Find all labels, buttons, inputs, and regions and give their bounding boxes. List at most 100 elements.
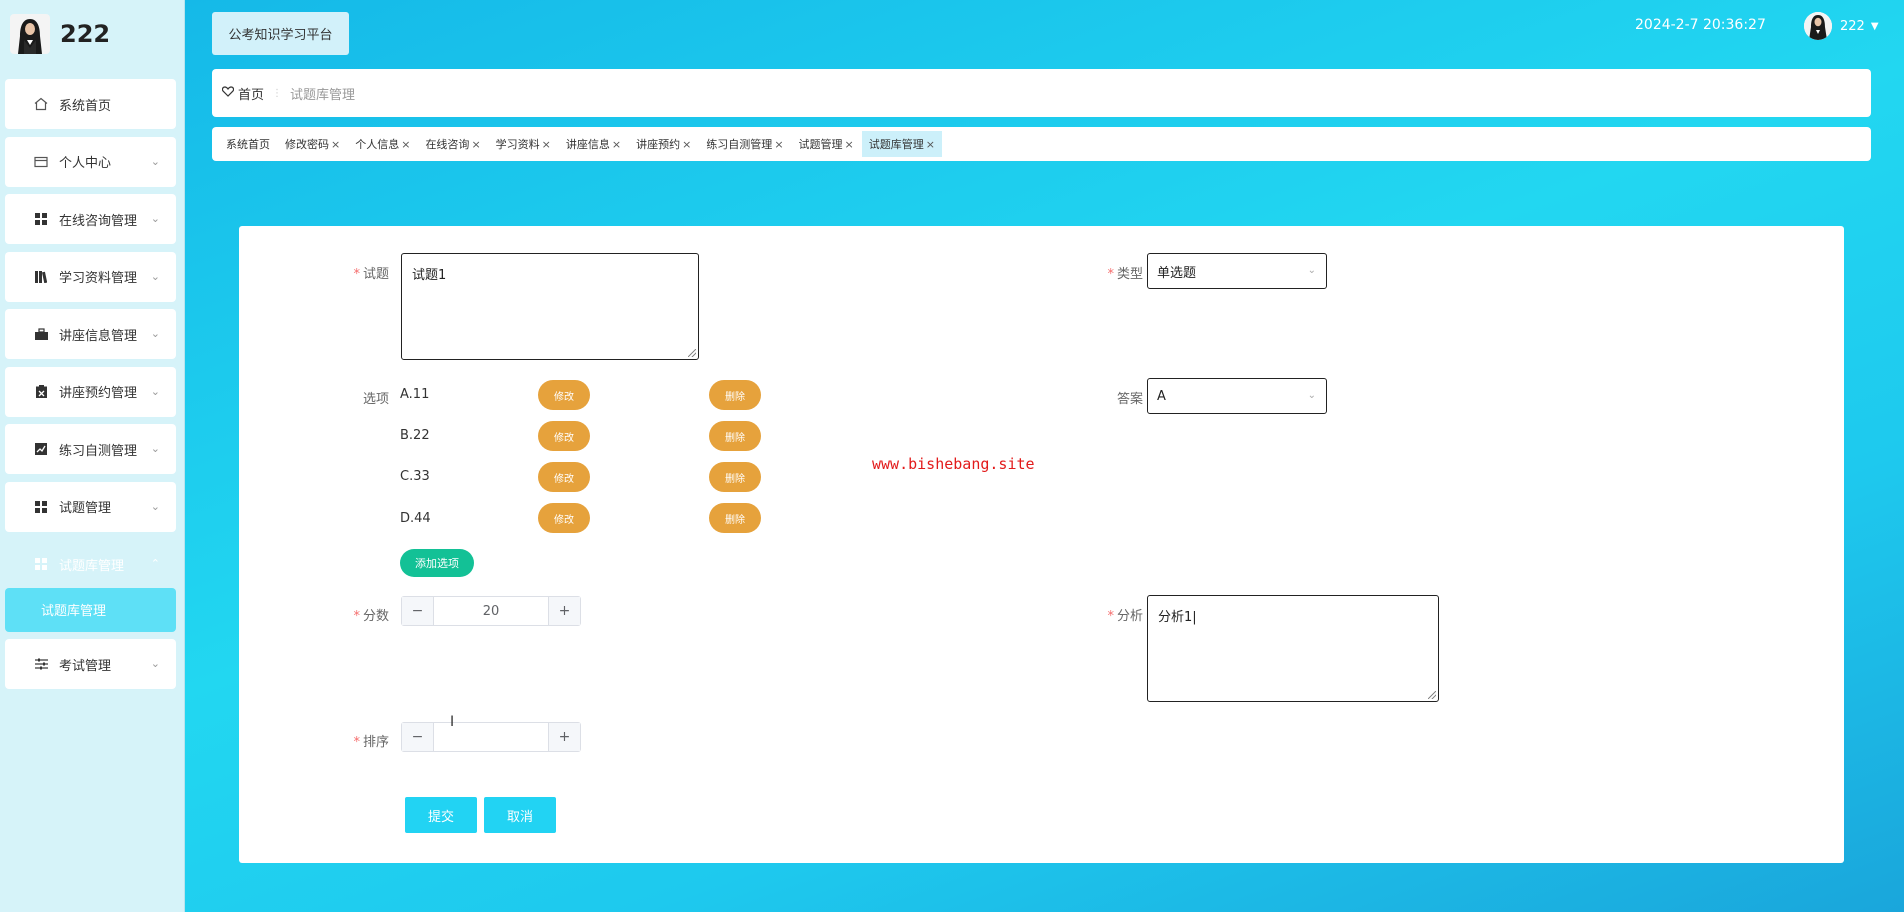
- sidebar-item-booking[interactable]: 讲座预约管理 ⌄: [5, 366, 176, 417]
- tag-home[interactable]: 系统首页: [219, 131, 277, 157]
- platform-title-button[interactable]: 公考知识学习平台: [212, 12, 349, 55]
- grid-icon: [33, 211, 49, 227]
- tag-profile[interactable]: 个人信息 ×: [348, 131, 417, 157]
- delete-option-button[interactable]: 删除: [709, 421, 761, 451]
- sidebar-item-personal[interactable]: 个人中心 ⌄: [5, 136, 176, 187]
- required-mark: *: [353, 609, 360, 624]
- brand-avatar: [10, 14, 50, 54]
- submenu-item-question-bank[interactable]: 试题库管理: [5, 587, 176, 632]
- close-icon[interactable]: ×: [331, 138, 340, 151]
- close-icon[interactable]: ×: [542, 138, 551, 151]
- breadcrumb-current: 试题库管理: [290, 87, 356, 103]
- close-icon[interactable]: ×: [612, 138, 621, 151]
- analysis-textarea[interactable]: 分析1|: [1147, 595, 1439, 702]
- close-icon[interactable]: ×: [926, 138, 935, 151]
- question-textarea[interactable]: 试题1: [401, 253, 699, 360]
- delete-option-button[interactable]: 删除: [709, 462, 761, 492]
- grid-icon: [33, 556, 49, 572]
- edit-option-button[interactable]: 修改: [538, 380, 590, 410]
- tag-label: 修改密码: [285, 138, 329, 151]
- username: 222: [1840, 18, 1865, 34]
- close-icon[interactable]: ×: [682, 138, 691, 151]
- tag-question-bank[interactable]: 试题库管理 ×: [861, 131, 942, 157]
- text-cursor-icon: I: [450, 714, 455, 730]
- edit-option-button[interactable]: 修改: [538, 462, 590, 492]
- tag-label: 个人信息: [355, 138, 400, 151]
- sidebar: 222 系统首页 个人中心 ⌄ 在线咨询管理 ⌄ 学习资料管理 ⌄ 讲座信息管理…: [0, 0, 185, 912]
- score-stepper[interactable]: − 20 +: [401, 596, 581, 626]
- analysis-label: * 分析: [1093, 605, 1143, 624]
- sidebar-item-home[interactable]: 系统首页: [5, 79, 176, 129]
- book-icon: [33, 269, 49, 285]
- answer-select[interactable]: A ⌄: [1147, 378, 1327, 414]
- sidebar-item-exam[interactable]: 考试管理 ⌄: [5, 639, 176, 689]
- plus-icon[interactable]: +: [548, 723, 580, 751]
- main-area: 公考知识学习平台 2024-2-7 20:36:27 222 ▼ 首页 ⋮ 试题…: [185, 0, 1904, 912]
- breadcrumb-home[interactable]: 首页: [238, 84, 264, 103]
- sidebar-item-label: 练习自测管理: [59, 443, 138, 459]
- brand: 222: [10, 12, 110, 56]
- delete-option-button[interactable]: 删除: [709, 380, 761, 410]
- question-value: 试题1: [412, 268, 447, 283]
- tag-label: 试题库管理: [868, 138, 924, 151]
- sidebar-item-label: 讲座预约管理: [59, 386, 138, 401]
- sidebar-item-label: 考试管理: [59, 658, 112, 674]
- tag-consult[interactable]: 在线咨询 ×: [418, 131, 487, 157]
- sidebar-item-materials[interactable]: 学习资料管理 ⌄: [5, 251, 176, 302]
- chevron-down-icon: ⌄: [150, 269, 160, 283]
- submit-button[interactable]: 提交: [405, 797, 477, 833]
- tag-label: 试题管理: [798, 138, 843, 151]
- type-value: 单选题: [1157, 265, 1197, 281]
- sidebar-item-consult[interactable]: 在线咨询管理 ⌄: [5, 194, 176, 244]
- plus-icon[interactable]: +: [548, 597, 580, 625]
- tag-practice[interactable]: 练习自测管理 ×: [699, 131, 790, 157]
- tag-label: 讲座预约: [636, 138, 681, 151]
- heart-icon: [221, 85, 235, 101]
- chevron-down-icon: ⌄: [1307, 265, 1316, 276]
- form-card: * 试题 试题1 * 类型 单选题 ⌄ 选项 A.11 修改 删除 B.22 修改 …: [239, 226, 1844, 863]
- add-option-button[interactable]: 添加选项: [400, 549, 474, 577]
- sidebar-item-question-bank[interactable]: 试题库管理 ⌃: [5, 539, 176, 589]
- sidebar-item-practice[interactable]: 练习自测管理 ⌄: [5, 424, 176, 474]
- close-icon[interactable]: ×: [845, 138, 854, 151]
- cancel-button[interactable]: 取消: [484, 797, 556, 833]
- briefcase-icon: [33, 326, 49, 342]
- tag-label: 练习自测管理: [706, 138, 773, 151]
- sidebar-item-label: 学习资料管理: [59, 271, 138, 286]
- sidebar-item-questions[interactable]: 试题管理 ⌄: [5, 481, 176, 532]
- tag-change-password[interactable]: 修改密码 ×: [278, 131, 347, 157]
- close-icon[interactable]: ×: [401, 138, 410, 151]
- tag-booking[interactable]: 讲座预约 ×: [629, 131, 698, 157]
- resize-grip-icon[interactable]: [1428, 691, 1436, 699]
- sidebar-item-label: 系统首页: [59, 98, 112, 114]
- sidebar-item-label: 试题库管理: [59, 558, 125, 574]
- edit-option-button[interactable]: 修改: [538, 421, 590, 451]
- edit-option-button[interactable]: 修改: [538, 503, 590, 533]
- user-menu[interactable]: 222 ▼: [1804, 12, 1879, 40]
- avatar: [1804, 12, 1832, 40]
- brand-name: 222: [60, 20, 111, 48]
- tag-materials[interactable]: 学习资料 ×: [489, 131, 558, 157]
- close-icon[interactable]: ×: [471, 138, 480, 151]
- minus-icon[interactable]: −: [402, 597, 434, 625]
- tag-lectures[interactable]: 讲座信息 ×: [559, 131, 628, 157]
- answer-value: A: [1157, 388, 1166, 404]
- order-stepper[interactable]: − +: [401, 722, 581, 752]
- tag-label: 学习资料: [495, 138, 540, 151]
- home-icon: [33, 96, 49, 112]
- tag-questions[interactable]: 试题管理 ×: [792, 131, 861, 157]
- chevron-down-icon: ⌄: [150, 657, 160, 670]
- close-icon[interactable]: ×: [774, 138, 783, 151]
- analysis-value: 分析1|: [1158, 610, 1197, 625]
- sidebar-item-lectures[interactable]: 讲座信息管理 ⌄: [5, 309, 176, 359]
- id-card-icon: [33, 154, 49, 170]
- minus-icon[interactable]: −: [402, 723, 434, 751]
- delete-option-button[interactable]: 删除: [709, 503, 761, 533]
- sidebar-item-label: 讲座信息管理: [59, 328, 138, 344]
- type-label: * 类型: [1093, 263, 1143, 282]
- breadcrumb: 首页 ⋮ 试题库管理: [212, 69, 1871, 117]
- resize-grip-icon[interactable]: [688, 349, 696, 357]
- type-select[interactable]: 单选题 ⌄: [1147, 253, 1327, 289]
- score-value[interactable]: 20: [434, 604, 548, 619]
- required-mark: *: [353, 267, 360, 282]
